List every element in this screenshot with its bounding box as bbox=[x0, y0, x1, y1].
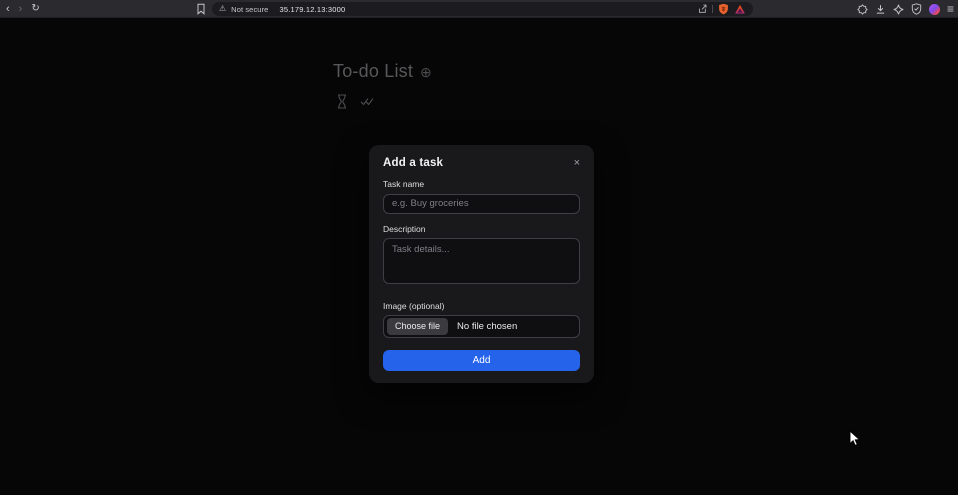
warning-icon: ⚠ bbox=[219, 4, 227, 13]
back-icon: ‹ bbox=[6, 2, 10, 15]
file-input[interactable]: Choose file No file chosen bbox=[383, 314, 580, 338]
add-task-modal: Add a task × Task name Description Image… bbox=[369, 145, 594, 383]
leo-ai-icon[interactable] bbox=[857, 3, 868, 15]
close-icon: × bbox=[573, 156, 580, 169]
wallet-icon[interactable] bbox=[893, 4, 904, 15]
hourglass-icon bbox=[338, 94, 346, 109]
close-button[interactable]: × bbox=[573, 156, 580, 169]
forward-icon: › bbox=[18, 2, 23, 15]
add-button[interactable]: Add bbox=[383, 349, 580, 371]
menu-button[interactable]: ≡ bbox=[947, 3, 954, 15]
brave-rewards-icon[interactable] bbox=[734, 4, 746, 15]
security-label: Not secure bbox=[231, 4, 269, 14]
url-text: 35.179.12.13:3000 bbox=[279, 4, 346, 14]
back-button[interactable]: ‹ bbox=[6, 2, 10, 15]
page-title: To-do List ⊕ bbox=[333, 61, 432, 82]
file-status-text: No file chosen bbox=[457, 320, 518, 332]
mouse-cursor bbox=[849, 430, 863, 448]
page-title-text: To-do List bbox=[333, 61, 414, 81]
modal-header: Add a task × bbox=[383, 157, 580, 169]
image-label: Image (optional) bbox=[383, 300, 445, 311]
profile-avatar[interactable] bbox=[928, 3, 940, 15]
pending-filter-button[interactable] bbox=[336, 94, 348, 109]
completed-filter-button[interactable] bbox=[360, 96, 375, 107]
add-task-icon[interactable]: ⊕ bbox=[420, 65, 432, 79]
address-bar[interactable]: ⚠ Not secure 35.179.12.13:3000 bbox=[212, 2, 753, 16]
hamburger-icon: ≡ bbox=[946, 2, 954, 16]
address-bar-divider bbox=[712, 5, 713, 13]
reload-button[interactable]: ↻ bbox=[31, 4, 39, 14]
choose-file-button[interactable]: Choose file bbox=[387, 317, 449, 335]
shield-check-icon[interactable] bbox=[911, 3, 922, 15]
description-label: Description bbox=[383, 223, 426, 234]
share-icon[interactable] bbox=[697, 4, 707, 14]
task-name-label: Task name bbox=[383, 179, 425, 189]
task-filter-row bbox=[336, 94, 375, 109]
modal-title: Add a task bbox=[383, 157, 444, 169]
double-check-icon bbox=[360, 98, 374, 106]
task-name-input[interactable] bbox=[383, 193, 580, 214]
bookmark-icon[interactable] bbox=[196, 3, 206, 15]
toolbar-right-icons: ≡ bbox=[857, 0, 954, 18]
forward-button[interactable]: › bbox=[18, 2, 23, 15]
brave-shields-icon[interactable] bbox=[718, 3, 729, 15]
download-icon[interactable] bbox=[875, 4, 886, 15]
browser-toolbar: ‹ › ↻ ⚠ Not secure 35.179.12.13:3000 ≡ bbox=[0, 0, 958, 18]
description-textarea[interactable] bbox=[383, 237, 580, 284]
nav-buttons: ‹ › ↻ bbox=[6, 0, 40, 18]
reload-icon: ↻ bbox=[31, 3, 40, 14]
